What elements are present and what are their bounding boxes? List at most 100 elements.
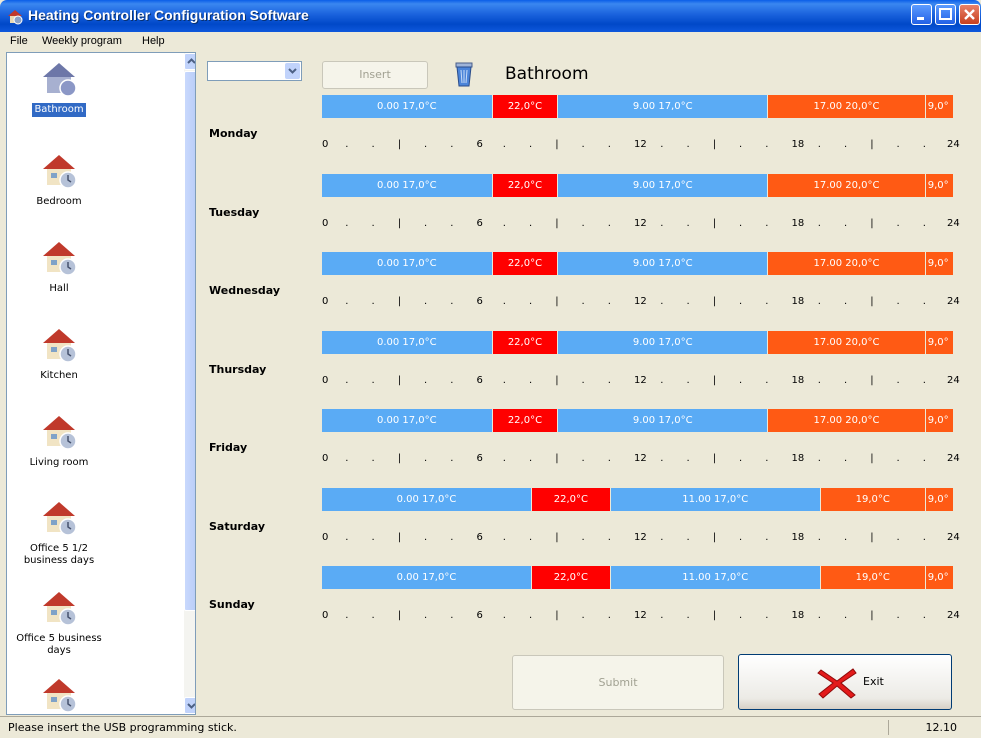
room-title: Bathroom: [505, 64, 589, 84]
room-item[interactable]: Kitchen: [7, 323, 111, 383]
time-scale-tick: .: [371, 610, 375, 621]
schedule-segment[interactable]: 9,0°: [925, 95, 953, 118]
time-scale-tick: .: [660, 610, 664, 621]
time-scale-tick: .: [765, 374, 769, 386]
trash-icon[interactable]: [453, 61, 475, 87]
room-item[interactable]: Hall: [7, 236, 111, 296]
schedule-segment[interactable]: 0.00 17,0°C: [322, 566, 531, 589]
schedule-segment[interactable]: 9,0°: [925, 487, 953, 511]
menu-help[interactable]: Help: [142, 35, 165, 47]
time-scale-tick: .: [922, 453, 926, 464]
time-scale-tick: .: [660, 531, 664, 543]
schedule-segment[interactable]: 22,0°C: [492, 409, 558, 432]
schedule-segment[interactable]: 19,0°C: [820, 566, 925, 589]
time-scale-tick: .: [371, 531, 375, 543]
day-label: Tuesday: [209, 205, 260, 219]
chevron-up-icon: [187, 58, 195, 64]
schedule-segment[interactable]: 19,0°C: [820, 487, 925, 511]
schedule-segment[interactable]: 9,0°: [925, 330, 953, 354]
schedule-segment[interactable]: 9,0°: [925, 566, 953, 589]
room-list-scrollbar[interactable]: [184, 53, 195, 714]
chevron-down-icon: [288, 68, 297, 74]
minimize-icon: [917, 17, 924, 20]
schedule-segment[interactable]: 22,0°C: [532, 566, 610, 589]
schedule-segment[interactable]: 9.00 17,0°C: [558, 95, 768, 118]
submit-button[interactable]: Submit: [512, 655, 724, 710]
schedule-segment[interactable]: 9.00 17,0°C: [558, 409, 768, 432]
status-bar: Please insert the USB programming stick.…: [0, 716, 981, 738]
time-scale-tick: 18: [791, 531, 805, 543]
schedule-segment[interactable]: 9,0°: [925, 173, 953, 197]
schedule-segment[interactable]: 22,0°C: [492, 173, 558, 197]
schedule-segment[interactable]: 9.00 17,0°C: [558, 252, 768, 275]
room-item[interactable]: Office 5 business days: [7, 586, 111, 658]
schedule-segment[interactable]: 0.00 17,0°C: [322, 252, 492, 275]
time-scale-tick: .: [844, 531, 848, 543]
time-scale-tick: .: [922, 217, 926, 229]
time-scale-tick: .: [817, 296, 821, 307]
schedule-segment[interactable]: 17.00 20,0°C: [768, 173, 925, 197]
time-scale-tick: .: [450, 217, 454, 229]
program-select[interactable]: [207, 61, 302, 81]
time-scale-tick: .: [817, 217, 821, 229]
room-item[interactable]: Living room: [7, 410, 111, 470]
schedule-segment[interactable]: 22,0°C: [492, 95, 558, 118]
schedule-segment[interactable]: 0.00 17,0°C: [322, 173, 492, 197]
time-scale-tick: .: [529, 531, 533, 543]
time-scale-tick: .: [345, 374, 349, 386]
schedule-segment[interactable]: 9.00 17,0°C: [558, 173, 768, 197]
time-scale-tick: .: [817, 374, 821, 386]
room-item[interactable]: Bathroom: [7, 57, 111, 117]
schedule-segment[interactable]: 9.00 17,0°C: [558, 330, 768, 354]
time-scale-tick: |: [397, 374, 402, 386]
schedule-segment[interactable]: 17.00 20,0°C: [768, 409, 925, 432]
time-scale-tick: .: [371, 453, 375, 464]
insert-button[interactable]: Insert: [322, 61, 428, 89]
scroll-up-button[interactable]: [184, 53, 195, 70]
minimize-button[interactable]: [911, 4, 932, 25]
schedule-segment[interactable]: 0.00 17,0°C: [322, 95, 492, 118]
schedule-segment[interactable]: 9,0°: [925, 409, 953, 432]
schedule-segment[interactable]: 22,0°C: [532, 487, 610, 511]
day-schedule-bar: 0.00 17,0°C 22,0°C 11.00 17,0°C 19,0°C 9,0°: [322, 487, 953, 511]
scroll-thumb[interactable]: [184, 71, 195, 611]
day-schedule-bar: 0.00 17,0°C 22,0°C 9.00 17,0°C 17.00 20,0°C…: [322, 330, 953, 354]
schedule-segment[interactable]: 9,0°: [925, 252, 953, 275]
time-scale-tick: .: [607, 296, 611, 307]
program-select-dropdown-button[interactable]: [285, 63, 300, 79]
schedule-segment[interactable]: 22,0°C: [492, 330, 558, 354]
scroll-down-button[interactable]: [184, 697, 195, 714]
schedule-segment[interactable]: 0.00 17,0°C: [322, 487, 531, 511]
menu-weekly-program[interactable]: Weekly program: [42, 35, 122, 47]
time-scale-tick: .: [686, 139, 690, 150]
time-scale-tick: 24: [947, 217, 960, 229]
schedule-segment[interactable]: 17.00 20,0°C: [768, 95, 925, 118]
schedule-segment[interactable]: 22,0°C: [492, 252, 558, 275]
time-scale-tick: .: [345, 217, 349, 229]
menu-file[interactable]: File: [10, 35, 28, 47]
schedule-segment[interactable]: 0.00 17,0°C: [322, 409, 492, 432]
schedule-segment[interactable]: 11.00 17,0°C: [610, 487, 820, 511]
time-scale-tick: |: [870, 139, 874, 150]
exit-button[interactable]: Exit: [738, 654, 952, 710]
time-scale-tick: .: [765, 217, 769, 229]
room-label: Bathroom: [32, 103, 86, 117]
time-scale-tick: |: [555, 453, 559, 464]
room-item[interactable]: Office 5 1/2 business days: [7, 496, 111, 568]
room-item[interactable]: [7, 673, 111, 714]
maximize-button[interactable]: [935, 4, 956, 25]
schedule-segment[interactable]: 0.00 17,0°C: [322, 330, 492, 354]
time-scale-tick: .: [765, 610, 769, 621]
time-scale-tick: .: [502, 296, 506, 307]
time-scale-tick: .: [817, 610, 821, 621]
schedule-segment[interactable]: 17.00 20,0°C: [768, 330, 925, 354]
room-item[interactable]: Bedroom: [7, 149, 111, 209]
time-scale-tick: .: [817, 531, 821, 543]
schedule-segment[interactable]: 11.00 17,0°C: [610, 566, 820, 589]
exit-icon: [817, 668, 857, 699]
close-button[interactable]: [959, 4, 980, 25]
room-label: Kitchen: [40, 370, 78, 381]
time-scale-tick: |: [555, 610, 559, 621]
schedule-segment[interactable]: 17.00 20,0°C: [768, 252, 925, 275]
time-scale-tick: .: [424, 217, 428, 229]
